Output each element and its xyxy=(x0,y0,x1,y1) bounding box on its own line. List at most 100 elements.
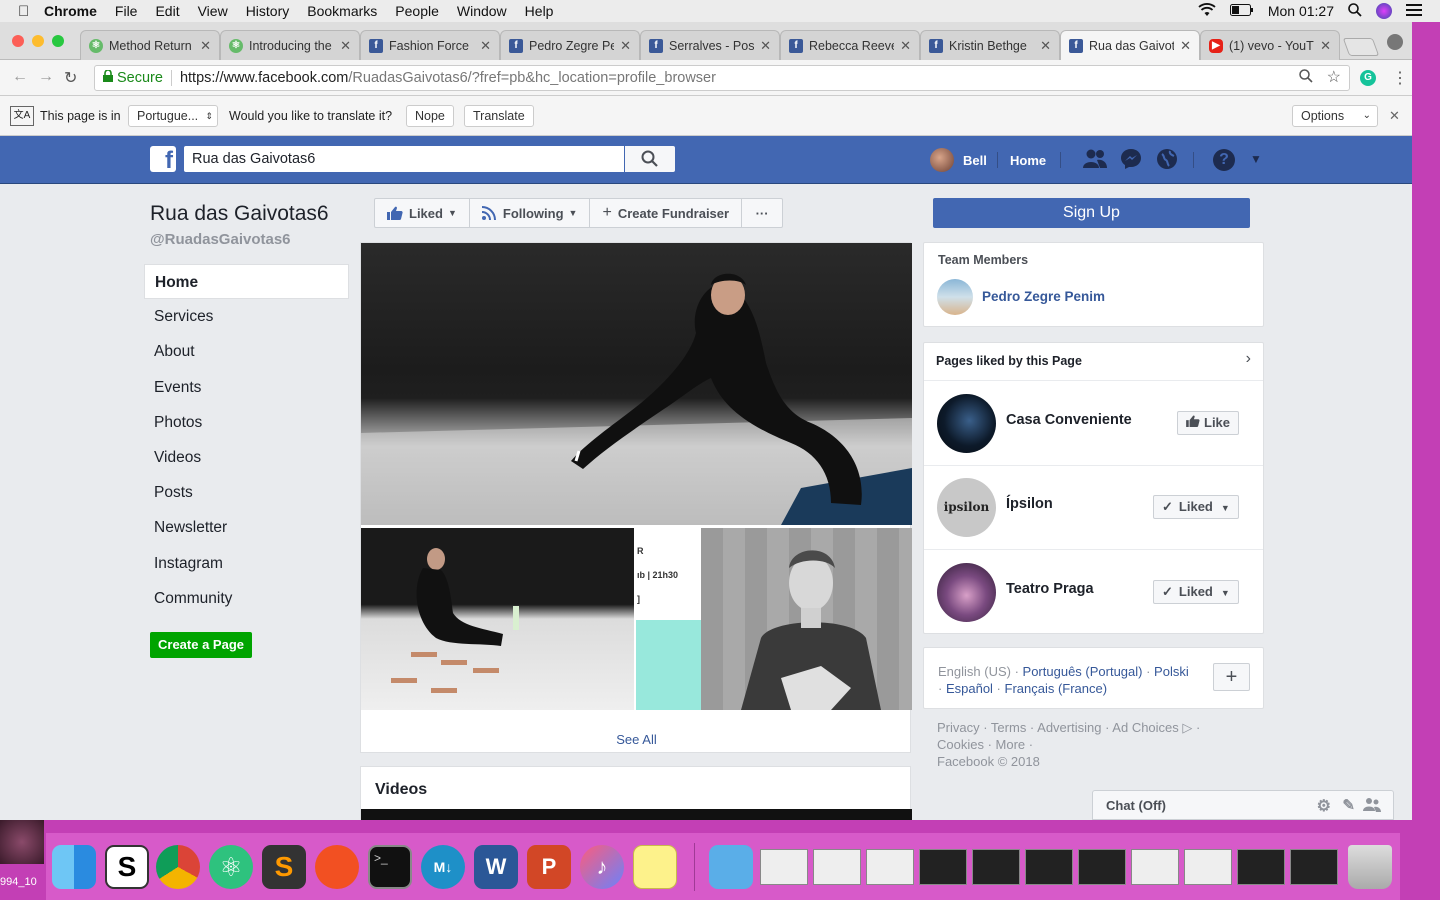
chrome-icon[interactable] xyxy=(156,845,200,889)
grammarly-icon[interactable]: G xyxy=(1360,70,1376,86)
word-icon[interactable]: W xyxy=(474,845,518,889)
pages-liked-title[interactable]: Pages liked by this Page xyxy=(936,354,1082,368)
menu-help[interactable]: Help xyxy=(525,3,554,19)
chevron-right-icon[interactable]: › xyxy=(1246,350,1251,368)
sign-up-button[interactable]: Sign Up xyxy=(933,198,1250,228)
help-icon[interactable]: ? xyxy=(1213,149,1235,171)
language-select[interactable]: Portugue... ⇕ xyxy=(128,105,218,127)
friend-requests-icon[interactable] xyxy=(1082,148,1108,175)
battery-icon[interactable] xyxy=(1229,3,1254,19)
avatar[interactable] xyxy=(937,279,973,315)
slack-icon[interactable]: S xyxy=(105,845,149,889)
nav-services[interactable]: Services xyxy=(144,299,349,334)
window-thumbnail[interactable] xyxy=(1237,849,1285,885)
tab-rua-das-gaivotas[interactable]: f Rua das Gaivot ✕ xyxy=(1060,30,1200,61)
wifi-icon[interactable] xyxy=(1198,2,1216,20)
terminal-icon[interactable]: >_ xyxy=(368,845,412,889)
language-spanish[interactable]: Español xyxy=(946,681,993,696)
menu-chrome[interactable]: Chrome xyxy=(44,3,97,19)
window-thumbnail[interactable] xyxy=(919,849,967,885)
zoom-window-button[interactable] xyxy=(52,35,64,47)
window-thumbnail[interactable] xyxy=(813,849,861,885)
sublime-icon[interactable]: S xyxy=(262,845,306,889)
spotlight-search-icon[interactable] xyxy=(1348,2,1362,20)
close-tab-icon[interactable]: ✕ xyxy=(1040,38,1051,54)
avatar[interactable]: ipsilon xyxy=(937,478,996,537)
facebook-logo-icon[interactable]: f xyxy=(150,146,176,174)
window-thumbnail[interactable] xyxy=(1184,849,1232,885)
nav-events[interactable]: Events xyxy=(144,370,349,405)
liked-page-name[interactable]: Teatro Praga xyxy=(1006,581,1094,597)
footer-line-2[interactable]: Cookies · More · xyxy=(937,736,1237,753)
language-polish[interactable]: Polski xyxy=(1154,664,1189,679)
nav-community[interactable]: Community xyxy=(144,581,349,616)
itunes-icon[interactable]: ♪ xyxy=(580,845,624,889)
close-tab-icon[interactable]: ✕ xyxy=(480,38,491,54)
bookmark-star-icon[interactable]: ☆ xyxy=(1327,67,1341,87)
desktop-file-label[interactable]: 994_10 xyxy=(0,876,37,888)
close-tab-icon[interactable]: ✕ xyxy=(340,38,351,54)
menu-bookmarks[interactable]: Bookmarks xyxy=(307,3,377,19)
gallery-photo-1[interactable] xyxy=(361,528,634,710)
finder-icon[interactable] xyxy=(52,845,96,889)
close-translate-icon[interactable]: ✕ xyxy=(1389,108,1400,124)
profile-link[interactable]: Bell xyxy=(930,136,987,184)
messenger-icon[interactable] xyxy=(1120,148,1142,175)
globe-notifications-icon[interactable] xyxy=(1156,148,1178,175)
avatar[interactable] xyxy=(937,563,996,622)
close-tab-icon[interactable]: ✕ xyxy=(900,38,911,54)
close-tab-icon[interactable]: ✕ xyxy=(200,38,211,54)
nav-photos[interactable]: Photos xyxy=(144,405,349,440)
home-link[interactable]: Home xyxy=(1010,136,1046,184)
powerpoint-icon[interactable]: P xyxy=(527,845,571,889)
tab-rebecca-reeve[interactable]: f Rebecca Reeve ✕ xyxy=(780,30,920,60)
liked-page-name[interactable]: Ípsilon xyxy=(1006,496,1053,512)
close-tab-icon[interactable]: ✕ xyxy=(1180,38,1191,54)
nav-videos[interactable]: Videos xyxy=(144,440,349,475)
more-options-button[interactable]: ··· xyxy=(742,199,782,227)
see-all-link[interactable]: See All xyxy=(361,732,912,747)
team-member-link[interactable]: Pedro Zegre Penim xyxy=(982,289,1105,304)
trash-icon[interactable] xyxy=(1348,845,1392,889)
minimize-window-button[interactable] xyxy=(32,35,44,47)
nav-about[interactable]: About xyxy=(144,334,349,369)
nav-home[interactable]: Home xyxy=(144,264,349,300)
nav-posts[interactable]: Posts xyxy=(144,475,349,510)
language-portuguese[interactable]: Português (Portugal) xyxy=(1023,664,1143,679)
clock[interactable]: Mon 01:27 xyxy=(1268,3,1334,19)
tab-vevo-youtube[interactable]: ▶ (1) vevo - YouT ✕ xyxy=(1200,30,1340,60)
menu-file[interactable]: File xyxy=(115,3,138,19)
options-select[interactable]: Options ⌄ xyxy=(1292,105,1378,127)
zoom-icon[interactable] xyxy=(1299,69,1313,87)
chrome-menu-icon[interactable]: ⋮ xyxy=(1392,68,1408,88)
page-handle[interactable]: @RuadasGaivotas6 xyxy=(150,231,291,248)
tab-serralves[interactable]: f Serralves - Pos ✕ xyxy=(640,30,780,60)
liked-button[interactable]: Liked ▼ xyxy=(375,199,470,227)
tab-kristin-bethge[interactable]: f Kristin Bethge ✕ xyxy=(920,30,1060,60)
close-tab-icon[interactable]: ✕ xyxy=(1320,38,1331,54)
notification-center-icon[interactable] xyxy=(1406,3,1422,19)
reload-icon[interactable]: ↻ xyxy=(64,68,77,88)
close-tab-icon[interactable]: ✕ xyxy=(620,38,631,54)
tab-fashion-force[interactable]: f Fashion Force ✕ xyxy=(360,30,500,60)
desktop-file-thumbnail[interactable] xyxy=(0,820,44,864)
back-icon[interactable]: ← xyxy=(12,68,28,86)
new-tab-button[interactable] xyxy=(1342,38,1380,56)
url-text[interactable]: https://www.facebook.com/RuadasGaivotas6… xyxy=(180,70,716,86)
chat-bar[interactable]: Chat (Off) ⚙ ✎ xyxy=(1092,790,1394,820)
liked-page-name[interactable]: Casa Conveniente xyxy=(1006,412,1132,428)
profile-icon[interactable] xyxy=(1387,34,1403,50)
close-window-button[interactable] xyxy=(12,35,24,47)
gear-icon[interactable]: ⚙ xyxy=(1317,796,1331,816)
window-thumbnail[interactable] xyxy=(1290,849,1338,885)
notes-icon[interactable] xyxy=(633,845,677,889)
tab-pedro-zegre[interactable]: f Pedro Zegre Pe ✕ xyxy=(500,30,640,60)
window-thumbnail[interactable] xyxy=(972,849,1020,885)
menu-window[interactable]: Window xyxy=(457,3,507,19)
menu-view[interactable]: View xyxy=(198,3,228,19)
apple-icon[interactable]:  xyxy=(18,3,44,20)
footer-line-1[interactable]: Privacy · Terms · Advertising · Ad Choic… xyxy=(937,719,1237,736)
menu-history[interactable]: History xyxy=(246,3,290,19)
cover-photo[interactable] xyxy=(361,243,912,525)
menu-edit[interactable]: Edit xyxy=(155,3,179,19)
